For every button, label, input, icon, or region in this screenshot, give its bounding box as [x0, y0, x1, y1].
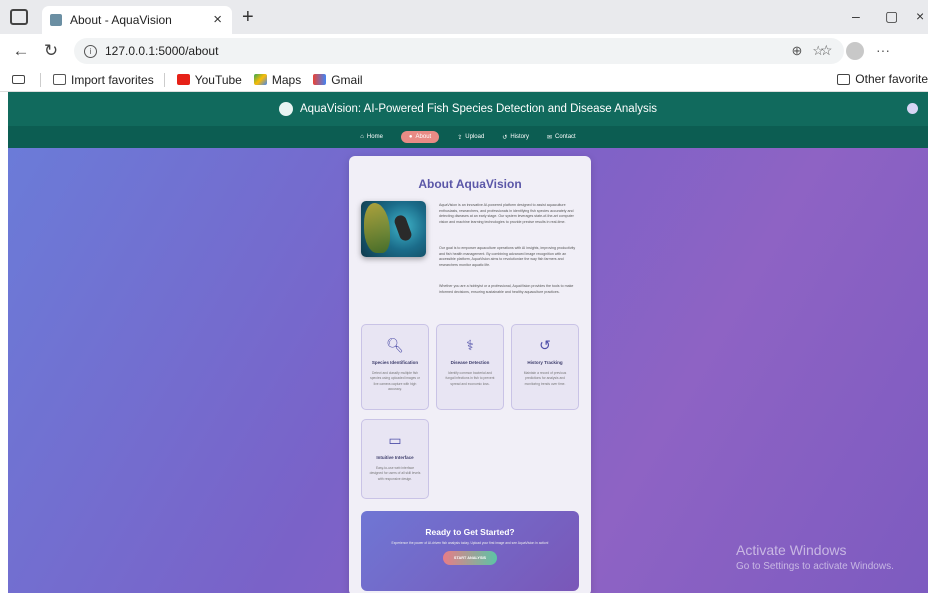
site-title: AquaVision: AI-Powered Fish Species Dete…: [299, 103, 658, 115]
bookmark-label: Maps: [271, 72, 302, 87]
page-viewport: AquaVision: AI-Powered Fish Species Dete…: [8, 92, 928, 593]
back-button[interactable]: ←: [12, 41, 30, 61]
about-paragraph: Our goal is to empower aquaculture opera…: [439, 246, 576, 267]
nav-contact[interactable]: ✉ Contact: [547, 134, 576, 141]
bookmark-label: Gmail: [331, 72, 363, 87]
feature-card-history: ↺ History Tracking Maintain a record of …: [511, 324, 579, 410]
nav-upload[interactable]: ⇪ Upload: [457, 134, 484, 141]
nav-home[interactable]: ⌂ Home: [360, 134, 383, 140]
reading-list-icon[interactable]: [12, 75, 30, 84]
divider: [163, 72, 165, 87]
feature-title: Disease Detection: [450, 360, 490, 365]
site-nav: ⌂ Home ● About ⇪ Upload ↺ History ✉ Contact: [8, 126, 928, 148]
feature-title: Species Identification: [371, 360, 419, 365]
favorites-icon[interactable]: ☆: [820, 42, 833, 59]
upload-icon: ⇪: [457, 134, 463, 141]
watermark-line1: Activate Windows: [736, 542, 847, 558]
bookmark-import[interactable]: Import favorites: [53, 73, 154, 87]
feature-desc: Identify common bacterial and fungal inf…: [445, 371, 495, 386]
about-paragraph: Whether you are a hobbyist or a professi…: [439, 284, 574, 294]
address-bar-row: ← ↻ i 127.0.0.1:5000/about ⊕☆: [0, 34, 928, 68]
url-text: 127.0.0.1:5000/about: [105, 44, 219, 58]
seaweed-shape: [364, 203, 390, 253]
diver-photo: [361, 201, 426, 257]
diver-shape: [392, 213, 414, 243]
youtube-icon: [176, 74, 190, 85]
feature-desc: Easy-to-use web interface designed for u…: [369, 466, 421, 481]
feature-card-species: 🔍︎ Species Identification Detect and cla…: [361, 324, 429, 410]
maximize-button[interactable]: ▢: [885, 8, 898, 25]
search-icon: 🔍︎: [386, 337, 404, 353]
page-title: About AquaVision: [418, 177, 522, 191]
bookmarks-bar: Import favorites YouTube Maps Gmail Othe…: [0, 68, 928, 92]
gmail-icon: [313, 74, 327, 85]
start-analysis-button[interactable]: START ANALYSIS: [442, 551, 498, 565]
favicon-icon: [50, 14, 62, 26]
cta-subtitle: Experience the power of AI-driven fish a…: [391, 541, 549, 545]
windows-watermark: Activate Windows Go to Settings to activ…: [736, 542, 894, 572]
bookmark-label: Import favorites: [71, 72, 154, 87]
refresh-button[interactable]: ↻: [42, 41, 60, 61]
nav-history[interactable]: ↺ History: [502, 134, 529, 141]
tab-title: About - AquaVision: [70, 13, 172, 27]
mail-icon: ✉: [546, 134, 553, 141]
nav-label: Contact: [555, 134, 576, 140]
divider: [40, 72, 41, 87]
site-header: AquaVision: AI-Powered Fish Species Dete…: [8, 92, 928, 126]
import-icon: [53, 74, 66, 85]
feature-title: Intuitive Interface: [376, 455, 414, 460]
info-icon: ●: [408, 134, 413, 140]
about-card: About AquaVision AquaVision is an innova…: [349, 156, 591, 593]
browser-tab[interactable]: About - AquaVision ×: [42, 6, 232, 34]
nav-label: Upload: [465, 134, 485, 140]
bookmark-maps[interactable]: Maps: [253, 72, 302, 87]
feature-title: History Tracking: [527, 360, 563, 365]
tab-close-icon[interactable]: ×: [213, 11, 222, 28]
close-window-button[interactable]: ×: [916, 8, 924, 24]
tab-actions-icon[interactable]: [10, 9, 28, 25]
cta-title: Ready to Get Started?: [425, 527, 515, 537]
bookmark-label: YouTube: [194, 72, 242, 87]
home-icon: ⌂: [360, 134, 364, 140]
bookmark-gmail[interactable]: Gmail: [313, 72, 363, 87]
nav-about[interactable]: ● About: [400, 131, 440, 143]
about-paragraph: AquaVision is an innovative AI-powered p…: [439, 203, 574, 224]
feature-desc: Maintain a record of previous prediction…: [523, 371, 567, 386]
new-tab-button[interactable]: +: [242, 7, 254, 27]
folder-icon: [837, 73, 851, 85]
profile-avatar[interactable]: [846, 42, 864, 60]
history-icon: ↺: [539, 337, 551, 353]
url-field[interactable]: i 127.0.0.1:5000/about ⊕☆: [74, 38, 844, 64]
history-icon: ↺: [502, 134, 508, 141]
more-icon[interactable]: ···: [876, 42, 890, 58]
bookmark-youtube[interactable]: YouTube: [176, 72, 242, 87]
site-info-icon[interactable]: i: [84, 44, 97, 58]
nav-label: About: [415, 134, 432, 140]
nav-label: History: [510, 134, 529, 140]
laptop-icon: ▭: [388, 432, 402, 448]
tab-bar: About - AquaVision × + – ▢ ×: [0, 0, 928, 34]
other-favorites-label: Other favorite: [855, 72, 928, 86]
feature-desc: Detect and classify multiple fish specie…: [370, 371, 420, 392]
other-favorites[interactable]: Other favorite: [837, 72, 928, 86]
stethoscope-icon: ⚕: [466, 337, 474, 353]
fish-logo-icon: [278, 102, 293, 116]
watermark-line2: Go to Settings to activate Windows.: [736, 561, 894, 572]
theme-toggle-icon[interactable]: [907, 103, 918, 114]
cta-panel: Ready to Get Started? Experience the pow…: [361, 511, 579, 591]
nav-label: Home: [366, 134, 383, 140]
maps-icon: [253, 74, 267, 85]
feature-card-interface: ▭ Intuitive Interface Easy-to-use web in…: [361, 419, 429, 499]
minimize-button[interactable]: –: [852, 8, 860, 24]
feature-card-disease: ⚕ Disease Detection Identify common bact…: [436, 324, 504, 410]
